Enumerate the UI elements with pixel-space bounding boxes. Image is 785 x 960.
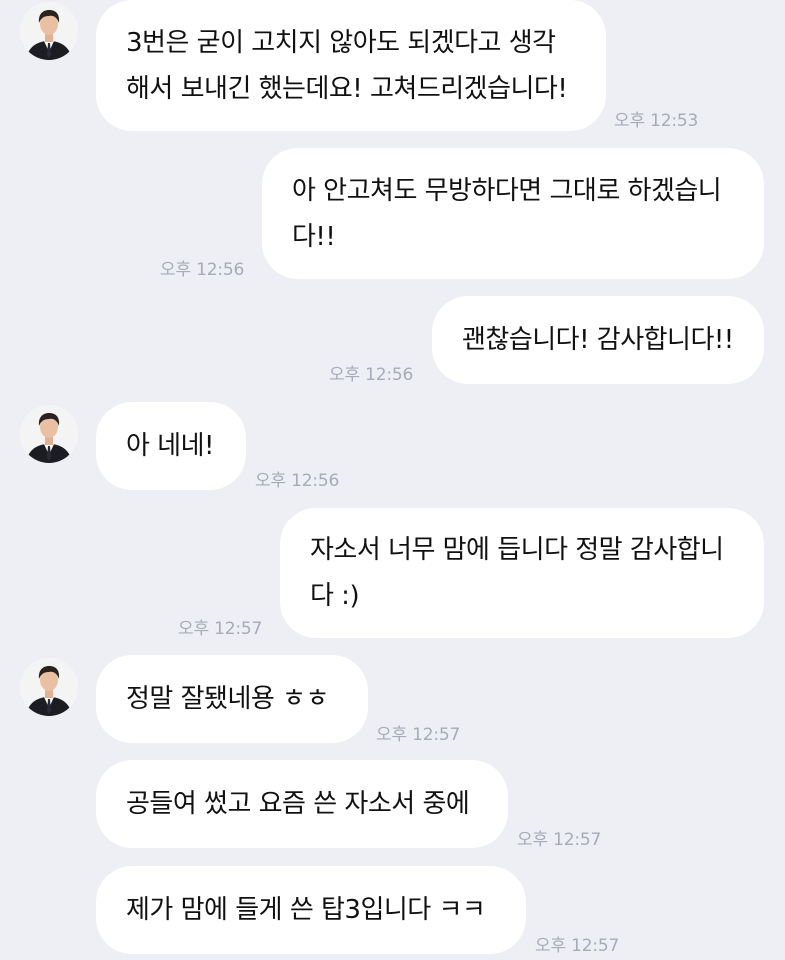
message-text: 3번은 굳이 고치지 않아도 되겠다고 생각 해서 보내긴 했는데요! 고쳐드리…: [126, 27, 568, 104]
message-text: 정말 잘됐네용 ㅎㅎ: [126, 684, 329, 714]
message-bubble-incoming[interactable]: 정말 잘됐네용 ㅎㅎ: [96, 655, 368, 743]
message-text: 아 안고쳐도 무방하다면 그대로 하겠습니 다!!: [292, 175, 722, 252]
message-text: 자소서 너무 맘에 듭니다 정말 감사합니 다 :): [310, 535, 724, 611]
message-timestamp: 오후 12:56: [329, 365, 414, 385]
message-text: 아 네네!: [126, 431, 214, 461]
contact-avatar[interactable]: [20, 658, 78, 716]
message-timestamp: 오후 12:57: [376, 725, 461, 745]
message-bubble-outgoing[interactable]: 자소서 너무 맘에 듭니다 정말 감사합니 다 :): [280, 508, 764, 638]
message-bubble-incoming[interactable]: 아 네네!: [96, 402, 246, 490]
message-bubble-incoming[interactable]: 공들여 썼고 요즘 쓴 자소서 중에: [96, 760, 508, 848]
message-text: 괜찮습니다! 감사합니다!!: [462, 325, 734, 355]
message-text: 공들여 썼고 요즘 쓴 자소서 중에: [126, 789, 470, 819]
message-timestamp: 오후 12:57: [178, 619, 263, 639]
message-bubble-incoming[interactable]: 3번은 굳이 고치지 않아도 되겠다고 생각 해서 보내긴 했는데요! 고쳐드리…: [96, 0, 606, 131]
contact-avatar[interactable]: [20, 2, 78, 60]
message-bubble-outgoing[interactable]: 아 안고쳐도 무방하다면 그대로 하겠습니 다!!: [262, 148, 764, 279]
message-text: 제가 맘에 들게 쓴 탑3입니다 ㅋㅋ: [126, 895, 486, 925]
message-bubble-outgoing[interactable]: 괜찮습니다! 감사합니다!!: [432, 296, 764, 384]
message-timestamp: 오후 12:56: [255, 471, 340, 491]
message-timestamp: 오후 12:57: [517, 830, 602, 850]
message-timestamp: 오후 12:53: [614, 111, 699, 131]
message-bubble-incoming[interactable]: 제가 맘에 들게 쓴 탑3입니다 ㅋㅋ: [96, 866, 526, 954]
message-timestamp: 오후 12:56: [160, 260, 245, 280]
contact-avatar[interactable]: [20, 405, 78, 463]
message-timestamp: 오후 12:57: [535, 936, 620, 956]
